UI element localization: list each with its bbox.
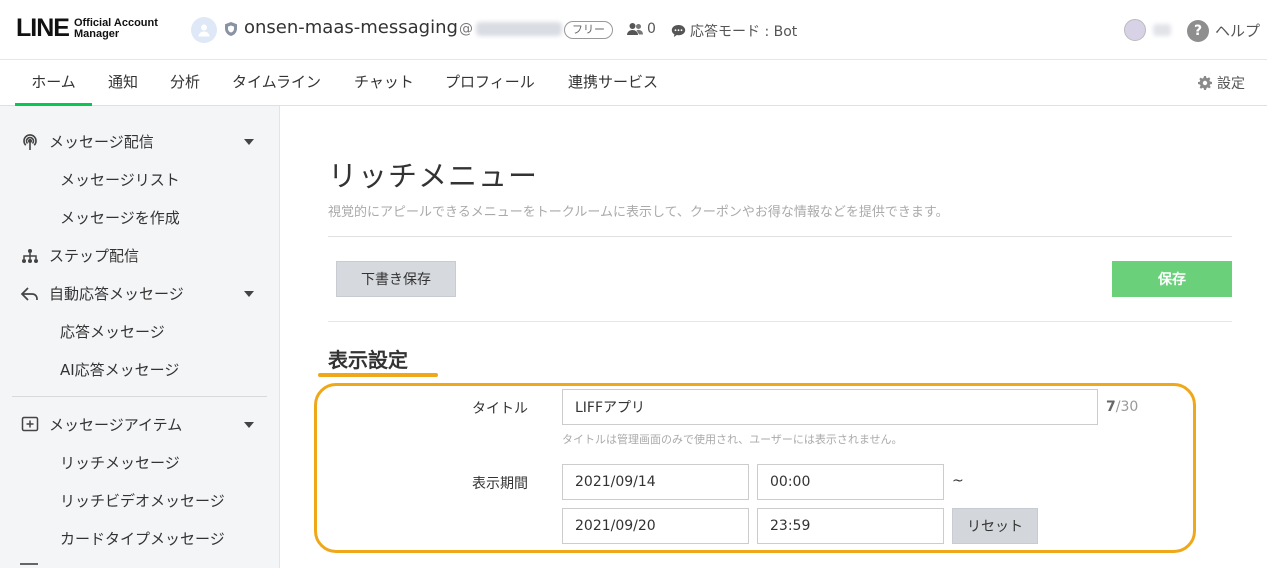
sidebar-group-step[interactable]: ステップ配信: [20, 245, 139, 266]
chevron-down-icon[interactable]: [244, 291, 254, 297]
sidebar: メッセージ配信 メッセージリスト メッセージを作成 ステップ配信 自動応答メッセ…: [0, 106, 280, 568]
title-hint: タイトルは管理画面のみで使用され、ユーザーには表示されません。: [562, 433, 903, 446]
reset-button[interactable]: リセット: [952, 508, 1038, 544]
main-nav: ホーム 通知 分析 タイムライン チャット プロフィール 連携サービス 設定: [0, 60, 1267, 106]
sidebar-group-auto-reply[interactable]: 自動応答メッセージ: [20, 283, 184, 304]
sidebar-item-ai-response[interactable]: AI応答メッセージ: [60, 359, 179, 380]
chevron-down-icon[interactable]: [244, 422, 254, 428]
settings-link[interactable]: 設定: [1198, 73, 1245, 93]
period-field-label: 表示期間: [472, 476, 528, 492]
sidebar-group-message-items[interactable]: メッセージアイテム: [20, 414, 182, 435]
account-avatar[interactable]: [191, 17, 217, 43]
broadcast-icon: [23, 133, 37, 150]
period-separator: ~: [952, 473, 964, 489]
settings-label: 設定: [1217, 76, 1245, 92]
logo-sub-line-2: Manager: [73, 27, 120, 40]
user-avatar[interactable]: [1124, 19, 1146, 41]
sidebar-group-broadcast[interactable]: メッセージ配信: [20, 131, 154, 152]
sidebar-item-response-message[interactable]: 応答メッセージ: [60, 321, 165, 342]
section-title-highlight-underline: [318, 373, 438, 377]
title-field-label: タイトル: [472, 401, 528, 417]
verified-shield-icon: [224, 21, 238, 41]
page-title: リッチメニュー: [328, 159, 539, 193]
step-tree-icon: [22, 248, 38, 263]
end-date-input[interactable]: [562, 508, 749, 544]
friend-count-value: 0: [647, 21, 656, 37]
sidebar-next-item-icon[interactable]: [20, 563, 38, 565]
gear-icon: [1198, 76, 1212, 90]
sidebar-divider: [12, 396, 267, 397]
end-time-input[interactable]: [757, 508, 944, 544]
tab-home[interactable]: ホーム: [15, 60, 92, 106]
save-button[interactable]: 保存: [1112, 261, 1232, 297]
add-box-icon: [21, 416, 39, 431]
section-title: 表示設定: [328, 348, 408, 372]
plan-badge: フリー: [564, 21, 613, 39]
sidebar-item-message-list[interactable]: メッセージリスト: [60, 169, 180, 190]
line-oam-logo[interactable]: LINE Official Account Manager: [16, 14, 158, 43]
account-id-redacted: [476, 22, 562, 36]
page-description: 視覚的にアピールできるメニューをトークルームに表示して、クーポンやお得な情報など…: [328, 205, 949, 220]
help-link[interactable]: ヘルプ: [1215, 20, 1260, 41]
sidebar-group-label: メッセージ配信: [49, 133, 154, 151]
chevron-down-icon[interactable]: [244, 139, 254, 145]
logo-main: LINE: [16, 14, 70, 42]
response-mode[interactable]: 応答モード : Bot: [671, 21, 797, 41]
divider: [328, 236, 1232, 237]
tab-analytics[interactable]: 分析: [170, 60, 200, 106]
sidebar-group-label: 自動応答メッセージ: [49, 285, 184, 303]
user-placeholder-icon: [198, 24, 210, 37]
help-icon[interactable]: ?: [1187, 20, 1209, 42]
user-name-redacted[interactable]: [1153, 24, 1171, 36]
logo-sub: Official Account Manager: [73, 17, 158, 40]
chat-bubble-icon: [671, 25, 686, 37]
sidebar-item-rich-video-message[interactable]: リッチビデオメッセージ: [60, 490, 225, 511]
friends-icon: [627, 23, 643, 35]
tab-chat[interactable]: チャット: [354, 60, 414, 106]
title-char-counter: 7/30: [1106, 399, 1138, 415]
friend-count[interactable]: 0: [627, 21, 656, 37]
save-draft-button[interactable]: 下書き保存: [336, 261, 456, 297]
account-name[interactable]: onsen-maas-messaging: [244, 17, 458, 38]
reply-arrow-icon: [20, 286, 38, 301]
tab-profile[interactable]: プロフィール: [445, 60, 535, 106]
title-char-max: /30: [1115, 399, 1139, 415]
divider: [328, 321, 1232, 322]
tab-notifications[interactable]: 通知: [108, 60, 138, 106]
title-input[interactable]: [562, 389, 1098, 425]
tab-integrations[interactable]: 連携サービス: [568, 60, 658, 106]
start-time-input[interactable]: [757, 464, 944, 500]
sidebar-item-rich-message[interactable]: リッチメッセージ: [60, 452, 180, 473]
sidebar-item-card-message[interactable]: カードタイプメッセージ: [60, 528, 225, 549]
sidebar-item-create-message[interactable]: メッセージを作成: [60, 207, 180, 228]
sidebar-group-label: メッセージアイテム: [49, 416, 183, 434]
top-header: LINE Official Account Manager onsen-maas…: [0, 0, 1267, 60]
sidebar-group-label: ステップ配信: [49, 247, 140, 265]
title-char-count: 7: [1106, 399, 1116, 415]
start-date-input[interactable]: [562, 464, 749, 500]
tab-timeline[interactable]: タイムライン: [232, 60, 321, 106]
response-mode-label: 応答モード : Bot: [690, 24, 798, 40]
account-id: @: [459, 21, 562, 37]
account-id-prefix: @: [459, 21, 473, 37]
